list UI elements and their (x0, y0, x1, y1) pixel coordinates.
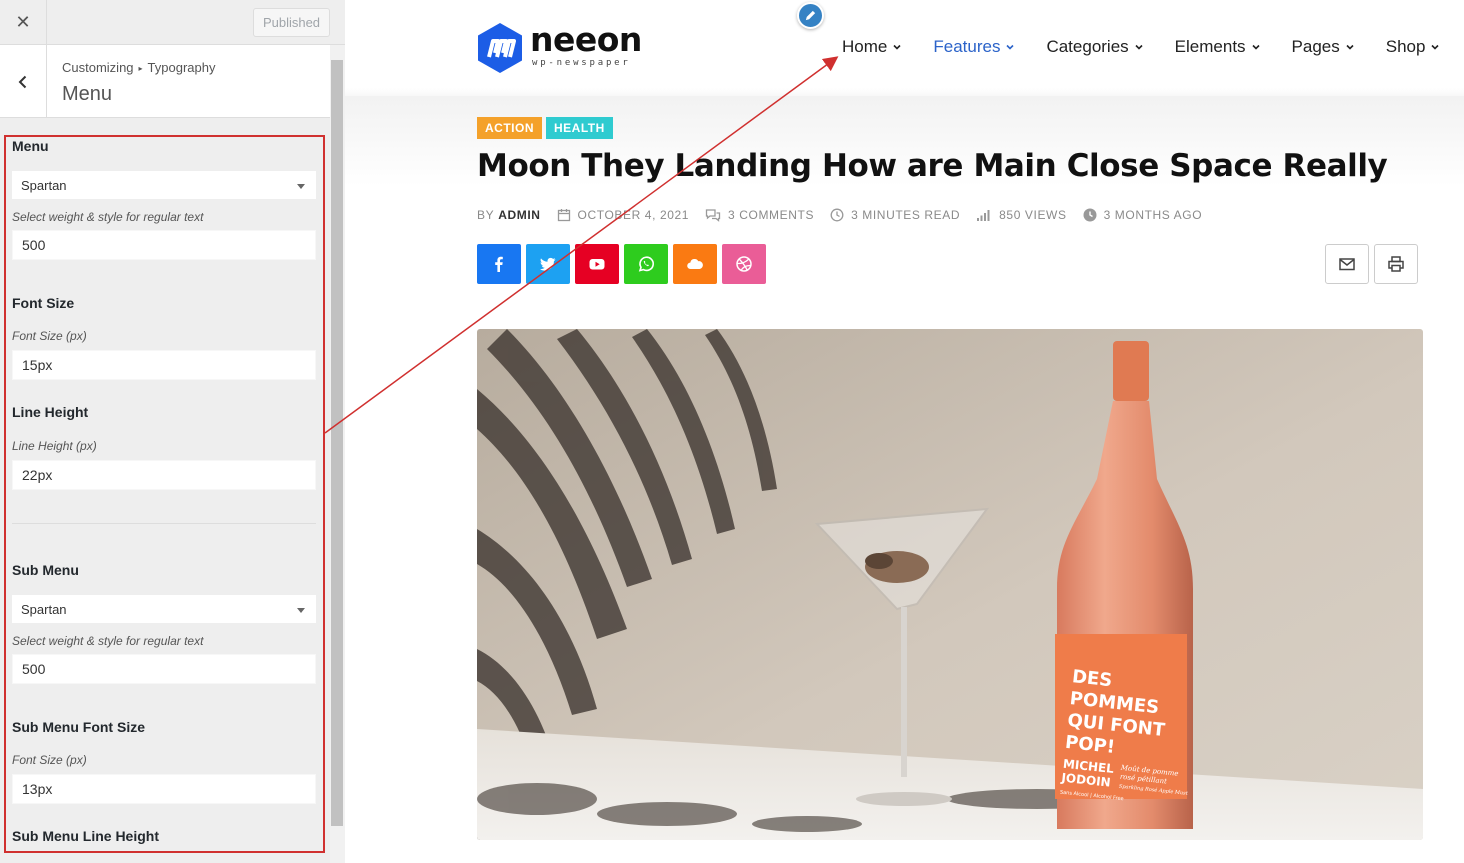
clock-icon (830, 208, 844, 222)
breadcrumb-parent: Typography (147, 60, 216, 75)
site-logo[interactable]: neeon wp-newspaper (476, 20, 646, 75)
whatsapp-share-button[interactable] (624, 244, 668, 284)
nav-item-label: Features (933, 37, 1001, 56)
mail-icon (1339, 258, 1355, 271)
youtube-icon (589, 259, 605, 270)
post-title[interactable]: Moon They Landing How are Main Close Spa… (477, 148, 1388, 184)
facebook-share-button[interactable] (477, 244, 521, 284)
chevron-down-icon (893, 44, 901, 50)
category-tag-health[interactable]: HEALTH (546, 117, 613, 139)
twitter-icon (540, 257, 556, 271)
nav-item-shop[interactable]: Shop (1386, 34, 1440, 60)
nav-item-features[interactable]: Features (933, 34, 1015, 60)
chevron-down-icon (1431, 44, 1440, 50)
featured-image-art: DES POMMES QUI FONT POP! MICHEL JODOIN M… (477, 329, 1423, 840)
meta-views: 850 VIEWS (976, 208, 1066, 222)
chevron-down-icon (1006, 44, 1015, 50)
customizer-topbar: ✕ Published (0, 0, 345, 45)
dribbble-icon (736, 256, 752, 272)
back-button[interactable] (0, 45, 47, 118)
meta-read-time: 3 MINUTES READ (830, 208, 960, 222)
cloud-icon (687, 258, 703, 270)
hero-label-line-1: DES (1071, 666, 1113, 691)
meta-ago-text: 3 MONTHS AGO (1103, 208, 1203, 222)
logo-hexagon-icon (478, 23, 522, 73)
cloud-share-button[interactable] (673, 244, 717, 284)
logo-text: neeon (530, 20, 642, 59)
breadcrumb-root: Customizing (62, 60, 134, 75)
meta-date-text: OCTOBER 4, 2021 (577, 208, 690, 222)
logo-tagline: wp-newspaper (532, 58, 631, 68)
meta-comments-text: 3 COMMENTS (728, 208, 815, 222)
nav-item-label: Home (842, 37, 888, 56)
nav-item-label: Shop (1385, 37, 1426, 56)
dribbble-share-button[interactable] (722, 244, 766, 284)
post-tags: ACTION HEALTH (477, 117, 617, 139)
comments-icon (705, 209, 721, 222)
chevron-down-icon (1135, 44, 1143, 50)
breadcrumb-separator-icon: ▸ (138, 64, 143, 73)
nav-item-elements[interactable]: Elements (1175, 34, 1260, 60)
facebook-icon (495, 256, 503, 272)
meta-date: OCTOBER 4, 2021 (557, 208, 690, 222)
share-buttons (477, 244, 771, 284)
meta-by: BY (477, 208, 495, 222)
twitter-share-button[interactable] (526, 244, 570, 284)
email-button[interactable] (1325, 244, 1369, 284)
post-meta: BY ADMIN OCTOBER 4, 2021 3 COMMENTS 3 MI… (477, 205, 1218, 225)
site-preview: neeon wp-newspaper Home Features Categorie… (345, 0, 1464, 863)
calendar-icon (557, 209, 570, 222)
print-button[interactable] (1374, 244, 1418, 284)
meta-comments[interactable]: 3 COMMENTS (705, 208, 814, 222)
edit-shortcut-button[interactable] (797, 2, 824, 29)
meta-author-link[interactable]: ADMIN (498, 208, 540, 222)
main-navigation: Home Features Categories Elements Pages Shop (842, 34, 1440, 60)
nav-item-pages[interactable]: Pages (1292, 34, 1354, 60)
published-button[interactable]: Published (253, 8, 330, 37)
meta-author: BY ADMIN (477, 208, 541, 222)
print-icon (1388, 256, 1404, 272)
meta-views-text: 850 VIEWS (999, 208, 1067, 222)
meta-ago: 3 MONTHS AGO (1083, 208, 1203, 222)
nav-item-categories[interactable]: Categories (1046, 34, 1143, 60)
section-title: Menu (62, 83, 113, 105)
customizer-sidebar: ✕ Published Customizing ▸ Typography Menu … (0, 0, 345, 863)
nav-item-home[interactable]: Home (842, 34, 901, 60)
clock-filled-icon (1083, 208, 1097, 222)
chevron-down-icon (1251, 44, 1260, 50)
breadcrumb: Customizing ▸ Typography (62, 60, 215, 75)
chevron-left-icon (18, 75, 27, 88)
whatsapp-icon (638, 256, 654, 272)
youtube-share-button[interactable] (575, 244, 619, 284)
section-header: Customizing ▸ Typography Menu (0, 45, 330, 118)
category-tag-action[interactable]: ACTION (477, 117, 542, 139)
close-icon[interactable]: ✕ (0, 0, 47, 45)
meta-read-time-text: 3 MINUTES READ (851, 208, 961, 222)
nav-item-label: Categories (1046, 37, 1129, 56)
scrollbar-thumb[interactable] (331, 60, 343, 826)
chevron-down-icon (1346, 44, 1354, 50)
featured-image[interactable]: DES POMMES QUI FONT POP! MICHEL JODOIN M… (477, 329, 1423, 840)
nav-item-label: Pages (1291, 37, 1340, 56)
nav-item-label: Elements (1174, 37, 1246, 56)
annotation-highlight-box (4, 135, 325, 853)
signal-bars-icon (977, 210, 990, 221)
pencil-icon (805, 10, 816, 21)
